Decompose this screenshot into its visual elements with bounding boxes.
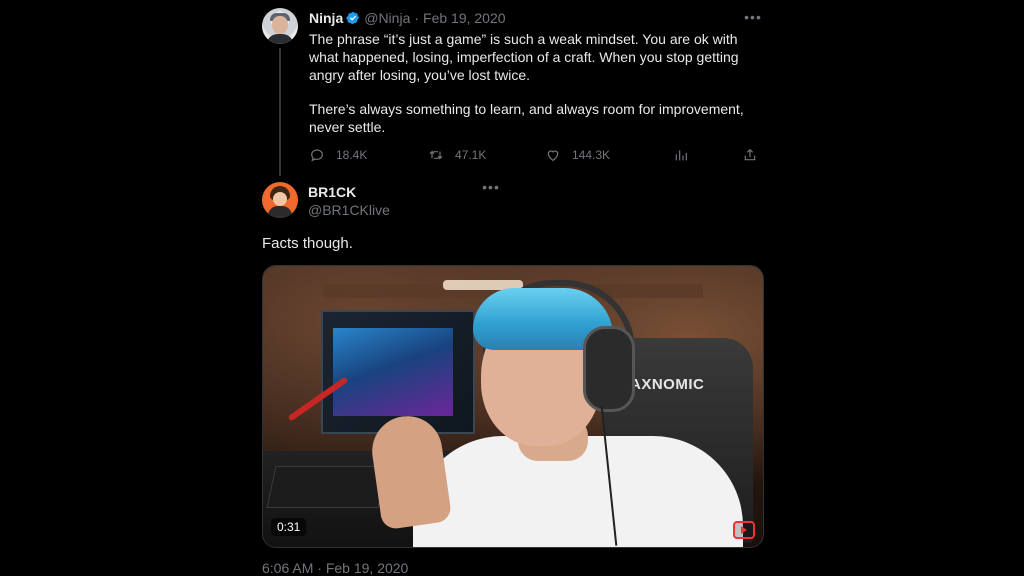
ninja-tweet-text: The phrase “it’s just a game” is such a … [309,30,764,152]
post-timestamp[interactable]: 6:06 AM · Feb 19, 2020 [262,560,408,576]
brick-display-name[interactable]: BR1CK [308,184,356,200]
avatar-face [273,192,287,206]
post-meta-separator: · [317,560,322,576]
pc-rgb-glow [333,328,453,416]
share-icon [744,148,756,161]
ninja-handle[interactable]: @Ninja [364,10,410,26]
like-icon [547,150,559,162]
like-count: 144.3K [572,148,611,162]
ninja-tweet-header: Ninja @Ninja · Feb 19, 2020 [309,10,506,26]
header-separator: · [414,10,420,26]
embedded-video[interactable]: MAXNOMIC 0:31 [262,265,764,548]
more-icon[interactable]: ••• [744,10,762,26]
headphone-earcup [583,326,635,412]
like-button[interactable]: 144.3K [545,146,610,164]
avatar-body [268,206,292,218]
post-date: Feb 19, 2020 [325,560,409,576]
tweet-paragraph: There’s always something to learn, and a… [309,101,744,135]
retweet-button[interactable]: 47.1K [428,146,486,164]
reply-count: 18.4K [336,148,368,162]
twitter-thread-page: Ninja @Ninja · Feb 19, 2020 ••• The phra… [0,0,1024,576]
ninja-tweet-date[interactable]: Feb 19, 2020 [423,10,506,26]
brick-tweet-text: Facts though. [262,235,353,252]
retweet-icon [429,150,443,160]
ninja-display-name[interactable]: Ninja [309,10,343,26]
post-time: 6:06 AM [262,560,314,576]
stream-deck [266,466,388,508]
views-icon [675,150,687,161]
retweet-count: 47.1K [455,148,487,162]
brick-avatar[interactable] [262,182,298,218]
more-icon[interactable]: ••• [482,180,500,196]
verified-icon [346,11,360,25]
avatar-shirt [266,34,294,44]
avatar-face [272,16,288,34]
tweet-action-bar: 18.4K 47.1K 144.3K [309,146,759,166]
video-duration: 0:31 [271,518,307,536]
brick-handle[interactable]: @BR1CKlive [308,202,390,218]
reply-icon [311,149,323,162]
share-button[interactable] [742,146,758,164]
video-frame: MAXNOMIC [263,266,763,547]
reply-button[interactable]: 18.4K [309,146,367,164]
ninja-avatar[interactable] [262,8,298,44]
thread-connector-line [279,48,281,176]
youtube-icon[interactable] [733,521,755,539]
tweet-paragraph: The phrase “it’s just a game” is such a … [309,31,739,83]
views-button[interactable] [673,146,689,164]
